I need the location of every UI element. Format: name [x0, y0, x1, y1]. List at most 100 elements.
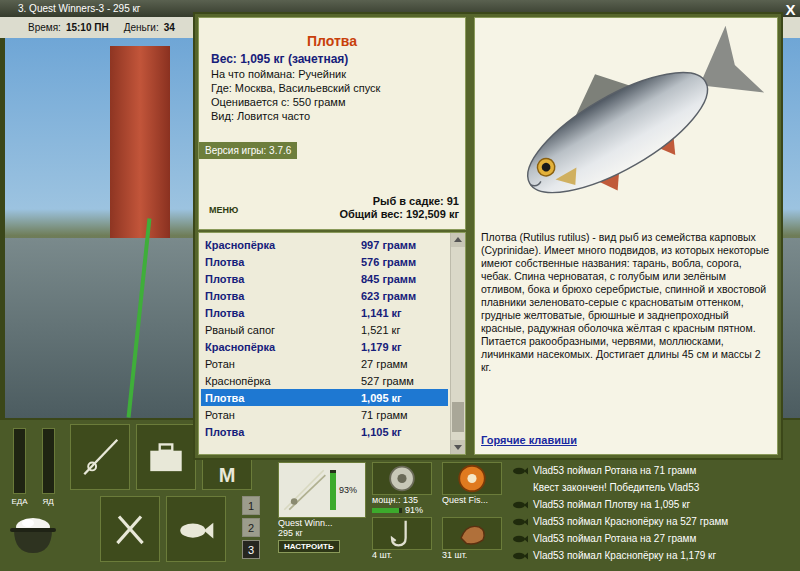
pot-icon[interactable]	[8, 513, 58, 557]
food-tile[interactable]	[100, 496, 160, 562]
catch-row[interactable]: Краснопёрка527 грамм	[201, 372, 448, 389]
status-label: ЕДА	[11, 497, 27, 507]
catch-name: Плотва	[205, 426, 361, 438]
quick-slot-button[interactable]: 3	[242, 540, 260, 559]
log-entry: Квест закончен! Победитель Vlad53	[512, 479, 800, 496]
log-spacer	[512, 483, 528, 493]
setup-button[interactable]: НАСТРОИТЬ	[278, 540, 340, 553]
log-entry: Vlad53 поймал Краснопёрку на 527 грамм	[512, 513, 800, 530]
keepnet-stats-row: МЕНЮ Рыб в садке: 91Общий вес: 192,509 кг	[199, 159, 465, 229]
time-label: Время:	[28, 22, 61, 33]
fish-detail: Оценивается с: 550 грамм	[211, 95, 465, 109]
hook-slot[interactable]: 4 шт.	[372, 517, 438, 560]
catch-row[interactable]: Плотва1,141 кг	[201, 304, 448, 321]
game-version: Версия игры: 3.7.6	[199, 142, 297, 159]
fish-name: Плотва	[199, 33, 465, 50]
catch-name: Плотва	[205, 392, 361, 404]
status-bars: ЕДА ЯД	[11, 428, 54, 507]
catch-panel: ПлотваВес: 1,095 кг (зачетная)На что пой…	[198, 17, 466, 455]
game-screen: 3. Quest Winners-3 - 295 кгВремя:15:10 П…	[0, 0, 800, 571]
log-entry: Vlad53 поймал Краснопёрку на 1,179 кг	[512, 547, 800, 564]
catch-name: Краснопёрка	[205, 341, 361, 353]
status-bar: ЯД	[42, 428, 55, 507]
catch-name: Ротан	[205, 358, 361, 370]
fish-description-panel: Плотва (Rutilus rutilus) - вид рыб из се…	[474, 17, 778, 455]
keepnet-stats: Рыб в садке: 91Общий вес: 192,509 кг	[339, 195, 459, 221]
hotkeys-link[interactable]: Горячие клавиши	[481, 434, 771, 446]
status-column: ЕДА ЯД	[0, 420, 66, 571]
fish-icon	[512, 466, 528, 476]
line-slot[interactable]: Quest Fis...	[442, 462, 508, 515]
catch-row[interactable]: Плотва623 грамм	[201, 287, 448, 304]
rod-durability-fill	[330, 473, 336, 510]
status-bar: ЕДА	[11, 428, 27, 507]
box-icon	[144, 435, 188, 479]
keepnet-stat: Рыб в садке: 91	[339, 195, 459, 208]
m-label: M	[219, 465, 236, 485]
rod-durability: 93%	[339, 485, 357, 495]
quick-slot-button[interactable]: 2	[242, 518, 260, 537]
rod-durability-bar	[330, 470, 336, 510]
log-entry: Vlad53 поймал Ротана на 71 грамм	[512, 462, 800, 479]
catch-row[interactable]: Плотва1,105 кг	[201, 423, 448, 440]
catch-row[interactable]: Плотва576 грамм	[201, 253, 448, 270]
catch-name: Ротан	[205, 409, 361, 421]
rods-tile[interactable]	[70, 424, 130, 490]
fish-description: Плотва (Rutilus rutilus) - вид рыб из се…	[481, 231, 771, 374]
reel-wear-fill	[372, 508, 399, 513]
scroll-up-icon[interactable]	[451, 233, 465, 247]
gear-grid: мощн.: 13591% Quest Fis... 4 шт. 31 шт.	[372, 462, 508, 571]
fish-weight: Вес: 1,095 кг (зачетная)	[211, 51, 465, 67]
catch-weight: 576 грамм	[361, 256, 416, 268]
rod-icon	[281, 467, 327, 513]
catch-weight: 623 грамм	[361, 290, 416, 302]
catch-name: Краснопёрка	[205, 375, 361, 387]
catch-row[interactable]: Плотва845 грамм	[201, 270, 448, 287]
scroll-down-icon[interactable]	[451, 440, 465, 454]
catch-name: Плотва	[205, 256, 361, 268]
bait-slot[interactable]: 31 шт.	[442, 517, 508, 560]
fish-info-dialog: ПлотваВес: 1,095 кг (зачетная)На что пой…	[193, 12, 783, 460]
status-label: ЯД	[42, 497, 53, 507]
log-entry: Vlad53 поймал Плотву на 1,095 кг	[512, 496, 800, 513]
time-value: 15:10 ПН	[66, 22, 109, 33]
status-track	[13, 428, 26, 494]
hook-count: 4 шт.	[372, 550, 392, 560]
catch-weight: 1,179 кг	[361, 341, 402, 353]
status-track	[42, 428, 55, 494]
catch-name: Краснопёрка	[205, 239, 361, 251]
catch-rows: Краснопёрка997 граммПлотва576 граммПлотв…	[199, 233, 450, 454]
catch-row[interactable]: Краснопёрка1,179 кг	[201, 338, 448, 355]
fork-knife-icon	[108, 507, 152, 551]
fish-icon	[512, 551, 528, 561]
catch-row[interactable]: Ротан71 грамм	[201, 406, 448, 423]
rod-name: Quest Winn...	[278, 518, 333, 528]
list-scrollbar[interactable]	[450, 233, 465, 454]
tackle-box-tile[interactable]	[136, 424, 196, 490]
close-button[interactable]: X	[783, 0, 798, 18]
catch-weight: 1,095 кг	[361, 392, 402, 404]
scroll-thumb[interactable]	[452, 402, 464, 432]
menu-button[interactable]: МЕНЮ	[209, 205, 238, 215]
fish-icon	[512, 500, 528, 510]
catch-name: Рваный сапог	[205, 324, 361, 336]
fish-tile[interactable]	[166, 496, 226, 562]
catch-row[interactable]: Краснопёрка997 грамм	[201, 236, 448, 253]
line-name: Quest Fis...	[442, 495, 488, 505]
fish-detail: Где: Москва, Васильевский спуск	[211, 81, 465, 95]
catch-weight: 1,105 кг	[361, 426, 402, 438]
rod-slot[interactable]: 93%Quest Winn...295 кгНАСТРОИТЬ	[278, 462, 366, 571]
catch-row[interactable]: Рваный сапог1,521 кг	[201, 321, 448, 338]
keepnet-stat: Общий вес: 192,509 кг	[339, 208, 459, 221]
reel-slot[interactable]: мощн.: 13591%	[372, 462, 438, 515]
quick-slot-button[interactable]: 1	[242, 496, 260, 515]
money-value: 34	[164, 22, 175, 33]
catch-row[interactable]: Ротан27 грамм	[201, 355, 448, 372]
catch-weight: 71 грамм	[361, 409, 408, 421]
log-text: Vlad53 поймал Ротана на 27 грамм	[533, 533, 696, 544]
log-text: Vlad53 поймал Краснопёрку на 527 грамм	[533, 516, 728, 527]
catch-name: Плотва	[205, 273, 361, 285]
catch-row[interactable]: Плотва1,095 кг	[201, 389, 448, 406]
reel-wear: 91%	[405, 505, 423, 515]
reel-power: мощн.: 135	[372, 495, 418, 505]
